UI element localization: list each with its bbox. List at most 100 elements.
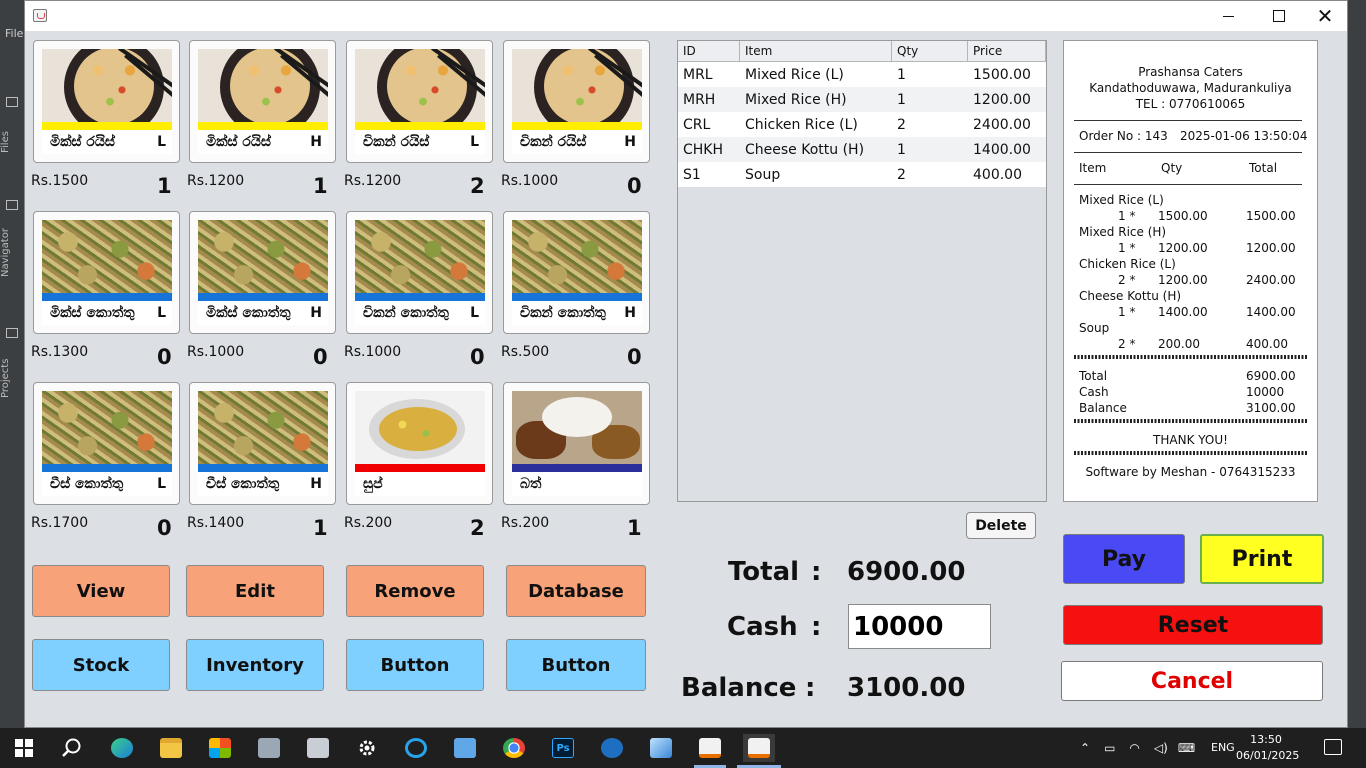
taskbar-box[interactable] (645, 734, 677, 762)
taskbar-java-2[interactable] (743, 734, 775, 762)
receipt-footer: Software by Meshan - 0764315233 (1085, 465, 1296, 479)
language-indicator[interactable]: ENG (1211, 741, 1235, 754)
ide-tab-navigator[interactable]: Navigator (0, 228, 24, 278)
edit-button[interactable]: Edit (186, 565, 324, 617)
taskbar-sign[interactable] (302, 734, 334, 762)
menu-item-tile[interactable]: මික්ස් රයිස් H (189, 40, 336, 163)
navigator-panel-icon[interactable] (6, 200, 18, 210)
menu-item-tile[interactable]: බත් (503, 382, 650, 505)
search-button[interactable] (56, 734, 88, 762)
menu-item-count: 0 (157, 345, 172, 369)
menu-item-tile[interactable]: චීස් කොත්තු H (189, 382, 336, 505)
food-photo (355, 391, 485, 464)
maximize-button[interactable] (1256, 1, 1302, 31)
col-qty[interactable]: Qty (892, 41, 968, 61)
menu-item-count: 1 (157, 174, 172, 198)
cell-id: CHKH (683, 141, 724, 158)
table-row[interactable]: S1 Soup 2 400.00 (678, 162, 1046, 187)
ide-tab-projects[interactable]: Projects (0, 356, 24, 400)
taskbar-photos[interactable] (253, 734, 285, 762)
menu-item-count: 0 (470, 345, 485, 369)
battery-icon[interactable]: ▭ (1104, 741, 1115, 755)
minimize-button[interactable] (1205, 1, 1251, 31)
cancel-button[interactable]: Cancel (1061, 661, 1323, 701)
menu-item-tile[interactable]: චිකන් රයිස් L (346, 40, 493, 163)
ide-file-menu[interactable]: File (5, 27, 23, 40)
remove-button[interactable]: Remove (346, 565, 484, 617)
files-panel-icon[interactable] (6, 97, 18, 107)
java-app-icon (33, 9, 47, 22)
generic-button-1[interactable]: Button (346, 639, 484, 691)
wifi-icon[interactable]: ◠ (1129, 741, 1139, 755)
menu-item-tile[interactable]: චිකන් කොත්තු L (346, 211, 493, 334)
receipt-thanks: THANK YOU! (1153, 433, 1228, 447)
col-price[interactable]: Price (968, 41, 1046, 61)
menu-item-tile[interactable]: චිකන් කොත්තු H (503, 211, 650, 334)
table-row[interactable]: MRH Mixed Rice (H) 1 1200.00 (678, 87, 1046, 112)
order-table[interactable]: ID Item Qty Price MRL Mixed Rice (L) 1 1500… (677, 40, 1047, 502)
taskbar-laptop[interactable] (449, 734, 481, 762)
pay-button[interactable]: Pay (1063, 534, 1185, 584)
delete-button[interactable]: Delete (966, 512, 1036, 539)
ide-tab-files[interactable]: Files (0, 122, 24, 162)
database-button[interactable]: Database (506, 565, 646, 617)
keyboard-icon[interactable]: ⌨ (1178, 741, 1195, 755)
cell-id: S1 (683, 166, 701, 183)
receipt-cash-label: Cash (1079, 385, 1109, 399)
title-bar: ✕ (25, 1, 1347, 31)
receipt-cash-value: 10000 (1246, 385, 1285, 399)
cortana-icon (405, 738, 427, 758)
receipt-line-total: 2400.00 (1246, 273, 1296, 287)
col-id[interactable]: ID (678, 41, 740, 61)
table-row[interactable]: CRL Chicken Rice (L) 2 2400.00 (678, 112, 1046, 137)
reset-button[interactable]: Reset (1063, 605, 1323, 645)
menu-item-size: L (470, 305, 479, 321)
volume-icon[interactable]: ◁) (1154, 741, 1168, 755)
col-item[interactable]: Item (740, 41, 892, 61)
menu-item-tile[interactable]: මික්ස් රයිස් L (33, 40, 180, 163)
receipt-line-qty: 1 * (1118, 241, 1136, 255)
generic-button-2[interactable]: Button (506, 639, 646, 691)
menu-item-label-row: චීස් කොත්තු H (198, 472, 328, 496)
taskbar-vpn[interactable] (596, 734, 628, 762)
table-row[interactable]: CHKH Cheese Kottu (H) 1 1400.00 (678, 137, 1046, 162)
receipt-line-unit-price: 1400.00 (1158, 305, 1208, 319)
taskbar-java-1[interactable] (694, 734, 726, 762)
photoshop-icon: Ps (552, 738, 574, 758)
food-photo (42, 391, 172, 464)
notification-icon[interactable] (1324, 739, 1342, 755)
table-row[interactable]: MRL Mixed Rice (L) 1 1500.00 (678, 62, 1046, 87)
projects-panel-icon[interactable] (6, 328, 18, 338)
cash-label: Cash (727, 612, 798, 642)
taskbar-cortana[interactable] (400, 734, 432, 762)
menu-item-tile[interactable]: චිකන් රයිස් H (503, 40, 650, 163)
taskbar-settings[interactable] (351, 734, 383, 762)
menu-item-tile[interactable]: මික්ස් කොත්තු H (189, 211, 336, 334)
menu-item-name: චීස් කොත්තු (50, 476, 124, 492)
chevron-up-icon[interactable]: ⌃ (1080, 741, 1090, 755)
cell-id: MRL (683, 66, 713, 83)
start-button[interactable] (8, 734, 40, 762)
chrome-icon (503, 738, 525, 758)
taskbar-explorer[interactable] (155, 734, 187, 762)
close-button[interactable]: ✕ (1302, 1, 1348, 31)
category-color-bar (42, 293, 172, 301)
menu-item-tile[interactable]: සුප් (346, 382, 493, 505)
category-color-bar (512, 464, 642, 472)
taskbar-photoshop[interactable]: Ps (547, 734, 579, 762)
stock-button[interactable]: Stock (32, 639, 170, 691)
taskbar-chrome[interactable] (498, 734, 530, 762)
cash-input[interactable]: 10000 (848, 604, 991, 649)
taskbar-edge[interactable] (106, 734, 138, 762)
menu-item-tile[interactable]: චීස් කොත්තු L (33, 382, 180, 505)
menu-item-name: චිකන් කොත්තු (363, 305, 449, 321)
inventory-button[interactable]: Inventory (186, 639, 324, 691)
clock[interactable]: 13:50 06/01/2025 (1236, 732, 1299, 764)
menu-item-count: 1 (313, 174, 328, 198)
print-button[interactable]: Print (1200, 534, 1324, 584)
menu-item-tile[interactable]: මික්ස් කොත්තු L (33, 211, 180, 334)
menu-item-price: Rs.1500 (31, 173, 89, 189)
ide-left-strip: File Files Navigator Projects (0, 0, 24, 728)
taskbar-store[interactable] (204, 734, 236, 762)
view-button[interactable]: View (32, 565, 170, 617)
